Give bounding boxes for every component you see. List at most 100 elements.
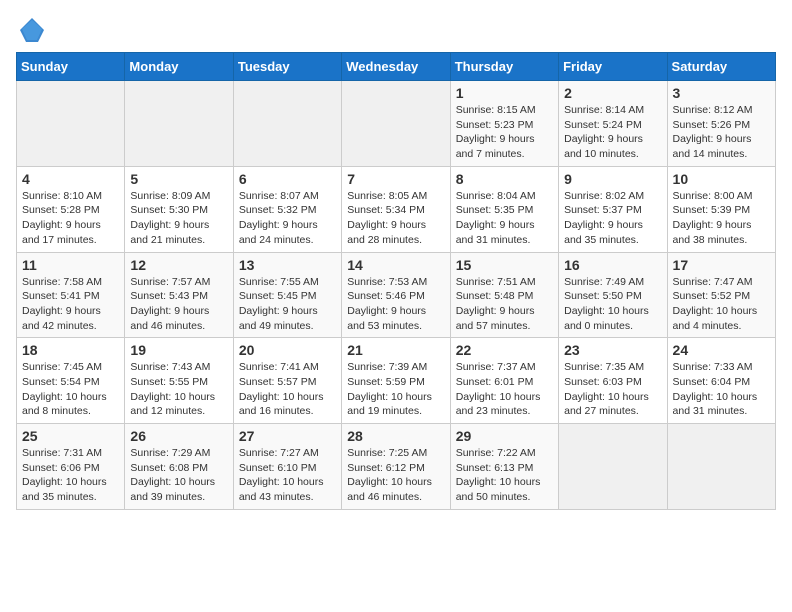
day-info: Sunrise: 8:14 AM Sunset: 5:24 PM Dayligh… (564, 103, 661, 162)
day-info: Sunrise: 7:22 AM Sunset: 6:13 PM Dayligh… (456, 446, 553, 505)
day-number: 14 (347, 257, 444, 273)
logo (16, 16, 46, 44)
day-info: Sunrise: 7:45 AM Sunset: 5:54 PM Dayligh… (22, 360, 119, 419)
day-info: Sunrise: 7:47 AM Sunset: 5:52 PM Dayligh… (673, 275, 770, 334)
day-number: 24 (673, 342, 770, 358)
day-info: Sunrise: 8:02 AM Sunset: 5:37 PM Dayligh… (564, 189, 661, 248)
day-number: 13 (239, 257, 336, 273)
day-info: Sunrise: 8:00 AM Sunset: 5:39 PM Dayligh… (673, 189, 770, 248)
day-info: Sunrise: 7:31 AM Sunset: 6:06 PM Dayligh… (22, 446, 119, 505)
calendar-cell: 7 Sunrise: 8:05 AM Sunset: 5:34 PM Daylig… (342, 166, 450, 252)
weekday-header-friday: Friday (559, 53, 667, 81)
calendar-cell (342, 81, 450, 167)
day-number: 15 (456, 257, 553, 273)
day-info: Sunrise: 8:12 AM Sunset: 5:26 PM Dayligh… (673, 103, 770, 162)
day-info: Sunrise: 8:04 AM Sunset: 5:35 PM Dayligh… (456, 189, 553, 248)
day-number: 2 (564, 85, 661, 101)
calendar-cell: 14 Sunrise: 7:53 AM Sunset: 5:46 PM Dayli… (342, 252, 450, 338)
day-number: 7 (347, 171, 444, 187)
day-info: Sunrise: 8:09 AM Sunset: 5:30 PM Dayligh… (130, 189, 227, 248)
day-info: Sunrise: 7:57 AM Sunset: 5:43 PM Dayligh… (130, 275, 227, 334)
day-number: 1 (456, 85, 553, 101)
calendar-cell: 13 Sunrise: 7:55 AM Sunset: 5:45 PM Dayli… (233, 252, 341, 338)
day-number: 19 (130, 342, 227, 358)
day-number: 16 (564, 257, 661, 273)
calendar-cell: 11Sunrise: 7:58 AM Sunset: 5:41 PM Dayli… (17, 252, 125, 338)
calendar-cell: 28 Sunrise: 7:25 AM Sunset: 6:12 PM Dayli… (342, 424, 450, 510)
day-number: 27 (239, 428, 336, 444)
weekday-header-sunday: Sunday (17, 53, 125, 81)
weekday-header-monday: Monday (125, 53, 233, 81)
day-info: Sunrise: 7:27 AM Sunset: 6:10 PM Dayligh… (239, 446, 336, 505)
calendar-cell: 22 Sunrise: 7:37 AM Sunset: 6:01 PM Dayli… (450, 338, 558, 424)
day-info: Sunrise: 7:51 AM Sunset: 5:48 PM Dayligh… (456, 275, 553, 334)
calendar-cell: 26 Sunrise: 7:29 AM Sunset: 6:08 PM Dayli… (125, 424, 233, 510)
calendar: SundayMondayTuesdayWednesdayThursdayFrid… (16, 52, 776, 510)
day-number: 5 (130, 171, 227, 187)
calendar-cell: 9 Sunrise: 8:02 AM Sunset: 5:37 PM Daylig… (559, 166, 667, 252)
day-info: Sunrise: 7:53 AM Sunset: 5:46 PM Dayligh… (347, 275, 444, 334)
calendar-cell (667, 424, 775, 510)
calendar-cell: 5 Sunrise: 8:09 AM Sunset: 5:30 PM Daylig… (125, 166, 233, 252)
day-info: Sunrise: 7:55 AM Sunset: 5:45 PM Dayligh… (239, 275, 336, 334)
weekday-header-tuesday: Tuesday (233, 53, 341, 81)
day-number: 6 (239, 171, 336, 187)
calendar-cell: 21 Sunrise: 7:39 AM Sunset: 5:59 PM Dayli… (342, 338, 450, 424)
day-number: 29 (456, 428, 553, 444)
weekday-header-thursday: Thursday (450, 53, 558, 81)
day-number: 4 (22, 171, 119, 187)
day-info: Sunrise: 7:58 AM Sunset: 5:41 PM Dayligh… (22, 275, 119, 334)
day-info: Sunrise: 8:05 AM Sunset: 5:34 PM Dayligh… (347, 189, 444, 248)
day-number: 9 (564, 171, 661, 187)
day-info: Sunrise: 8:07 AM Sunset: 5:32 PM Dayligh… (239, 189, 336, 248)
calendar-cell: 24Sunrise: 7:33 AM Sunset: 6:04 PM Dayli… (667, 338, 775, 424)
day-number: 3 (673, 85, 770, 101)
day-number: 8 (456, 171, 553, 187)
day-info: Sunrise: 7:37 AM Sunset: 6:01 PM Dayligh… (456, 360, 553, 419)
day-number: 21 (347, 342, 444, 358)
day-info: Sunrise: 7:29 AM Sunset: 6:08 PM Dayligh… (130, 446, 227, 505)
day-info: Sunrise: 7:41 AM Sunset: 5:57 PM Dayligh… (239, 360, 336, 419)
calendar-cell: 6 Sunrise: 8:07 AM Sunset: 5:32 PM Daylig… (233, 166, 341, 252)
calendar-cell: 4 Sunrise: 8:10 AM Sunset: 5:28 PM Daylig… (17, 166, 125, 252)
calendar-cell: 25 Sunrise: 7:31 AM Sunset: 6:06 PM Dayli… (17, 424, 125, 510)
calendar-cell (17, 81, 125, 167)
calendar-cell: 16 Sunrise: 7:49 AM Sunset: 5:50 PM Dayli… (559, 252, 667, 338)
calendar-cell (233, 81, 341, 167)
calendar-cell: 17 Sunrise: 7:47 AM Sunset: 5:52 PM Dayli… (667, 252, 775, 338)
calendar-cell: 23 Sunrise: 7:35 AM Sunset: 6:03 PM Dayli… (559, 338, 667, 424)
day-number: 26 (130, 428, 227, 444)
day-number: 28 (347, 428, 444, 444)
calendar-cell: 2 Sunrise: 8:14 AM Sunset: 5:24 PM Daylig… (559, 81, 667, 167)
calendar-cell (125, 81, 233, 167)
day-number: 23 (564, 342, 661, 358)
day-info: Sunrise: 8:15 AM Sunset: 5:23 PM Dayligh… (456, 103, 553, 162)
day-info: Sunrise: 7:25 AM Sunset: 6:12 PM Dayligh… (347, 446, 444, 505)
calendar-cell: 20Sunrise: 7:41 AM Sunset: 5:57 PM Dayli… (233, 338, 341, 424)
weekday-header-wednesday: Wednesday (342, 53, 450, 81)
calendar-cell (559, 424, 667, 510)
calendar-cell: 12 Sunrise: 7:57 AM Sunset: 5:43 PM Dayli… (125, 252, 233, 338)
weekday-header-saturday: Saturday (667, 53, 775, 81)
calendar-cell: 27 Sunrise: 7:27 AM Sunset: 6:10 PM Dayli… (233, 424, 341, 510)
day-number: 18 (22, 342, 119, 358)
day-info: Sunrise: 8:10 AM Sunset: 5:28 PM Dayligh… (22, 189, 119, 248)
logo-icon (18, 16, 46, 44)
calendar-cell: 10 Sunrise: 8:00 AM Sunset: 5:39 PM Dayli… (667, 166, 775, 252)
header (16, 16, 776, 44)
calendar-cell: 15 Sunrise: 7:51 AM Sunset: 5:48 PM Dayli… (450, 252, 558, 338)
calendar-cell: 1 Sunrise: 8:15 AM Sunset: 5:23 PM Daylig… (450, 81, 558, 167)
day-info: Sunrise: 7:39 AM Sunset: 5:59 PM Dayligh… (347, 360, 444, 419)
calendar-cell: 18 Sunrise: 7:45 AM Sunset: 5:54 PM Dayli… (17, 338, 125, 424)
day-number: 10 (673, 171, 770, 187)
day-number: 12 (130, 257, 227, 273)
day-info: Sunrise: 7:43 AM Sunset: 5:55 PM Dayligh… (130, 360, 227, 419)
day-number: 22 (456, 342, 553, 358)
day-number: 25 (22, 428, 119, 444)
calendar-cell: 19 Sunrise: 7:43 AM Sunset: 5:55 PM Dayli… (125, 338, 233, 424)
day-number: 17 (673, 257, 770, 273)
calendar-cell: 3 Sunrise: 8:12 AM Sunset: 5:26 PM Daylig… (667, 81, 775, 167)
day-info: Sunrise: 7:49 AM Sunset: 5:50 PM Dayligh… (564, 275, 661, 334)
calendar-cell: 29 Sunrise: 7:22 AM Sunset: 6:13 PM Dayli… (450, 424, 558, 510)
day-info: Sunrise: 7:35 AM Sunset: 6:03 PM Dayligh… (564, 360, 661, 419)
